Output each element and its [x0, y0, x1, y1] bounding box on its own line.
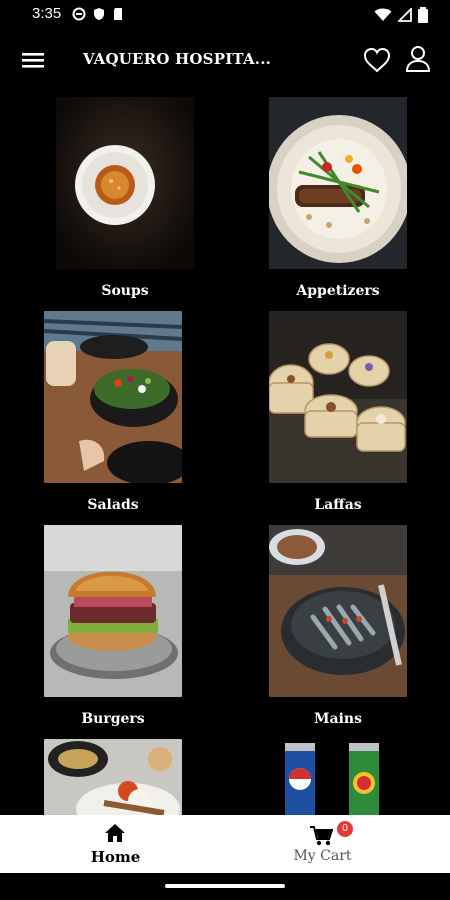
category-image	[44, 311, 182, 483]
nav-home[interactable]: Home	[3, 815, 228, 873]
gesture-area	[0, 873, 450, 900]
heart-icon	[363, 47, 391, 73]
category-grid: Soups Appetizers Salads Laffas Burgers M…	[0, 95, 450, 815]
profile-button[interactable]	[404, 44, 432, 74]
nav-cart[interactable]: 0 My Cart	[210, 815, 435, 873]
app-bar: VAQUERO HOSPITA...	[0, 38, 450, 84]
battery-icon	[418, 7, 428, 23]
status-bar: 3:35	[0, 0, 450, 30]
nav-home-label: Home	[90, 848, 141, 866]
appetizer-plate-photo	[269, 97, 407, 269]
category-label: Mains	[314, 711, 362, 727]
drinks-cans-photo	[269, 739, 407, 815]
category-label: Salads	[87, 497, 139, 513]
soup-bowl-photo	[56, 97, 194, 269]
sim-card-icon	[114, 8, 122, 20]
gesture-handle[interactable]	[165, 884, 285, 888]
laffa-wraps-photo	[269, 311, 407, 483]
category-image	[56, 97, 194, 269]
signal-icon	[398, 8, 412, 22]
cart-icon	[310, 826, 333, 846]
app-title: VAQUERO HOSPITA...	[83, 50, 272, 68]
nav-cart-label: My Cart	[293, 848, 352, 864]
menu-button[interactable]	[20, 48, 46, 72]
notification-icon	[72, 7, 86, 21]
hamburger-menu-icon	[22, 53, 44, 68]
favorites-button[interactable]	[362, 46, 392, 74]
category-label: Appetizers	[296, 283, 380, 299]
category-label: Soups	[101, 283, 149, 299]
category-label: Laffas	[314, 497, 362, 513]
category-label: Burgers	[81, 711, 145, 727]
cart-count-badge: 0	[337, 821, 353, 837]
status-left-icons	[72, 7, 124, 21]
category-image	[269, 97, 407, 269]
home-icon	[105, 824, 125, 842]
status-right-icons	[374, 7, 428, 23]
category-image	[269, 525, 407, 697]
category-image	[44, 525, 182, 697]
bottom-navigation: Home 0 My Cart	[0, 815, 450, 873]
wifi-icon	[374, 8, 392, 21]
shield-icon	[94, 8, 104, 20]
status-time: 3:35	[32, 5, 62, 22]
sides-plate-photo	[44, 739, 182, 815]
burger-photo	[44, 525, 182, 697]
category-image	[44, 739, 182, 815]
category-image	[269, 311, 407, 483]
mains-dish-photo	[269, 525, 407, 697]
salad-bowl-photo	[44, 311, 182, 483]
category-image	[269, 739, 407, 815]
user-icon	[405, 46, 431, 72]
